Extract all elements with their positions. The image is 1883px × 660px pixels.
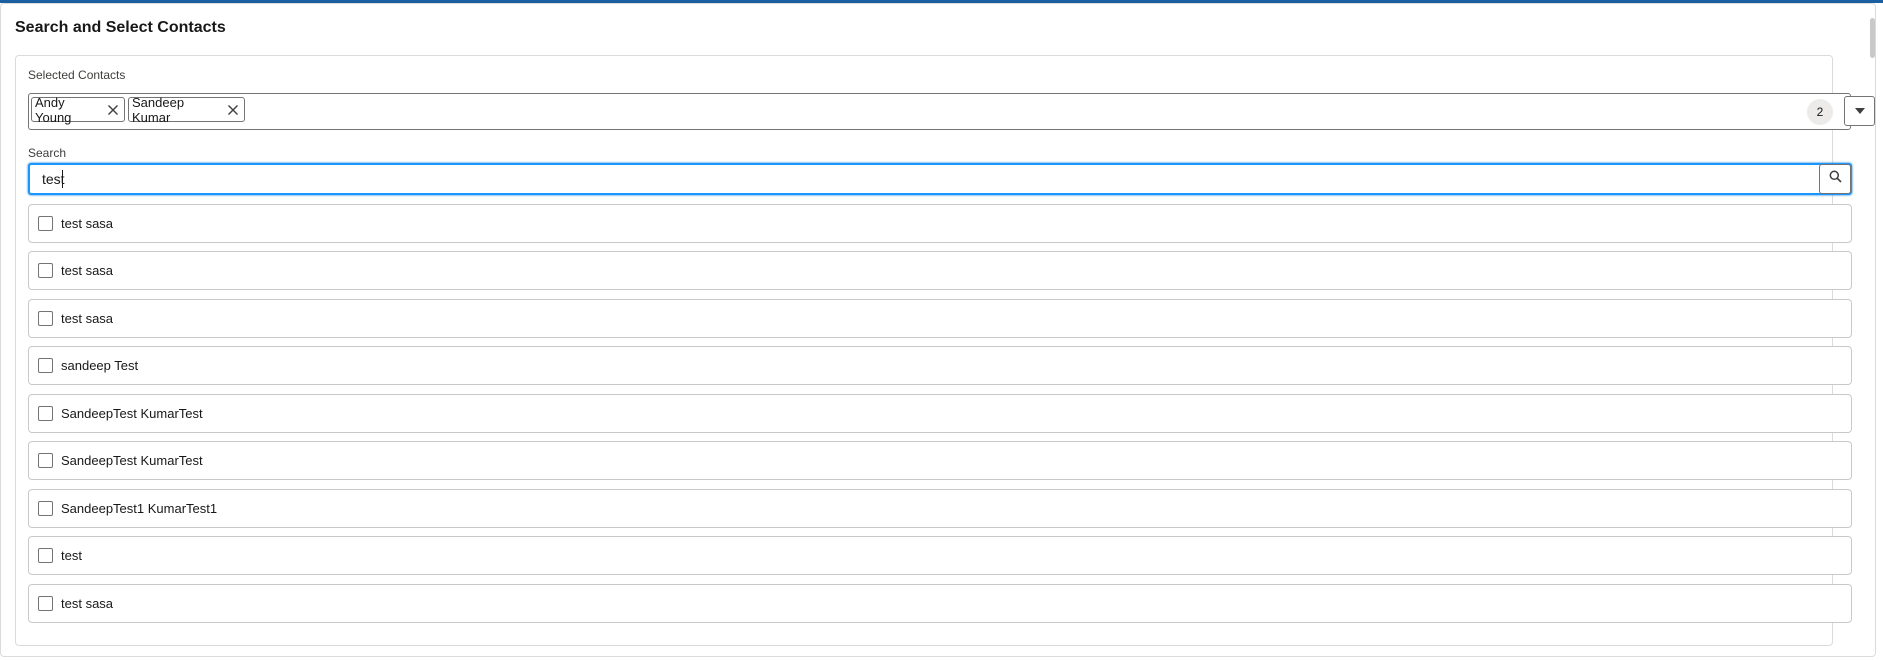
pill-label: Sandeep Kumar <box>132 94 185 125</box>
result-checkbox[interactable] <box>38 263 53 278</box>
text-cursor <box>62 170 63 188</box>
search-field <box>28 163 1852 195</box>
search-button[interactable] <box>1819 164 1851 194</box>
scrollbar[interactable] <box>1870 18 1875 58</box>
pill-andy-young: Andy Young <box>31 94 125 125</box>
result-checkbox[interactable] <box>38 311 53 326</box>
list-item[interactable]: test sasa <box>28 251 1852 290</box>
selected-contacts-box: Andy Young Sandeep Kumar 2 <box>28 93 1875 130</box>
result-checkbox[interactable] <box>38 453 53 468</box>
close-icon[interactable] <box>227 103 240 117</box>
search-label: Search <box>28 146 67 160</box>
result-label: SandeepTest1 KumarTest1 <box>61 501 218 516</box>
pill-label: Andy Young <box>35 94 72 125</box>
list-item[interactable]: sandeep Test <box>28 346 1852 385</box>
list-item[interactable]: test sasa <box>28 584 1852 623</box>
list-item[interactable]: test sasa <box>28 299 1852 338</box>
result-checkbox[interactable] <box>38 548 53 563</box>
result-checkbox[interactable] <box>38 596 53 611</box>
result-label: test <box>61 548 82 563</box>
result-label: SandeepTest KumarTest <box>61 453 203 468</box>
list-item[interactable]: SandeepTest KumarTest <box>28 441 1852 480</box>
result-label: test sasa <box>61 596 114 611</box>
search-input[interactable] <box>42 169 1822 189</box>
chevron-down-icon <box>1854 102 1866 120</box>
list-item[interactable]: test <box>28 536 1852 575</box>
result-label: SandeepTest KumarTest <box>61 406 203 421</box>
pill-sandeep-kumar: Sandeep Kumar <box>128 94 245 125</box>
page-title: Search and Select Contacts <box>15 19 226 36</box>
result-checkbox[interactable] <box>38 406 53 421</box>
list-item[interactable]: SandeepTest1 KumarTest1 <box>28 489 1852 528</box>
result-checkbox[interactable] <box>38 501 53 516</box>
result-checkbox[interactable] <box>38 358 53 373</box>
list-item[interactable]: SandeepTest KumarTest <box>28 394 1852 433</box>
result-label: sandeep Test <box>61 358 139 373</box>
dropdown-button[interactable] <box>1844 96 1875 126</box>
result-label: test sasa <box>61 311 114 326</box>
result-label: test sasa <box>61 263 114 278</box>
result-checkbox[interactable] <box>38 216 53 231</box>
close-icon[interactable] <box>107 103 120 117</box>
search-icon <box>1829 170 1842 188</box>
list-item[interactable]: test sasa <box>28 204 1852 243</box>
selected-count-badge: 2 <box>1807 99 1833 125</box>
selected-contacts-label: Selected Contacts <box>28 68 126 82</box>
result-label: test sasa <box>61 216 114 231</box>
